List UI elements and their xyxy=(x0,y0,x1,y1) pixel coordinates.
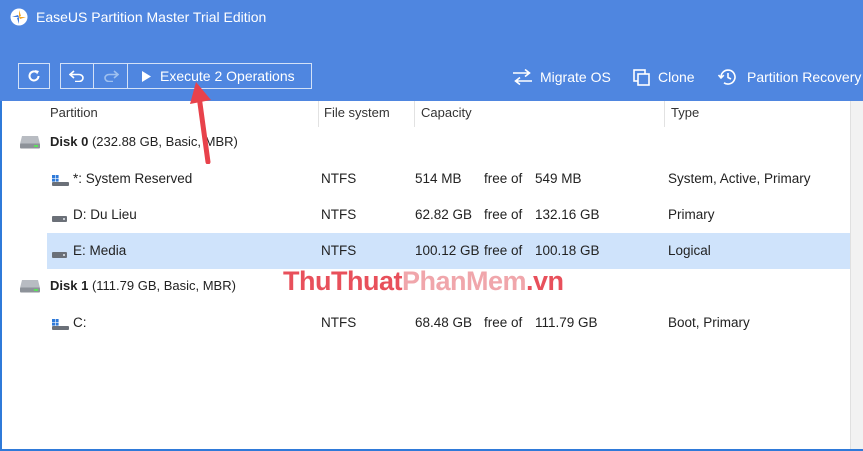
partition-row-system-reserved[interactable]: *: System Reserved NTFS 514 MB free of 5… xyxy=(47,161,850,197)
column-header-partition[interactable]: Partition xyxy=(50,105,98,120)
hard-disk-icon xyxy=(20,280,40,293)
window-border xyxy=(0,101,2,451)
migrate-os-label: Migrate OS xyxy=(540,69,611,85)
partition-file-system: NTFS xyxy=(321,243,357,258)
partition-type: System, Active, Primary xyxy=(668,171,811,186)
undo-icon xyxy=(69,70,84,82)
column-header-capacity[interactable]: Capacity xyxy=(421,105,472,120)
toolbar: EaseUS Partition Master Trial Edition Ex… xyxy=(0,0,863,101)
free-of-text: free of xyxy=(484,243,523,258)
partition-recovery-button[interactable]: Partition Recovery xyxy=(718,66,861,88)
refresh-icon xyxy=(28,70,40,82)
column-divider[interactable] xyxy=(414,101,415,127)
partition-file-system: NTFS xyxy=(321,207,357,222)
clone-button[interactable]: Clone xyxy=(633,66,695,88)
undo-button[interactable] xyxy=(61,64,93,88)
disk-label: Disk 1 (111.79 GB, Basic, MBR) xyxy=(50,278,236,293)
partition-free-space: 68.48 GB xyxy=(415,315,473,330)
clone-icon xyxy=(633,68,650,86)
clone-label: Clone xyxy=(658,69,695,85)
hard-disk-icon xyxy=(20,136,40,149)
partition-type: Logical xyxy=(668,243,711,258)
watermark: ThuThuatPhanMem.vn xyxy=(283,266,564,296)
windows-partition-icon xyxy=(52,175,69,186)
execute-label: Execute 2 Operations xyxy=(160,68,295,84)
partition-row-e[interactable]: E: Media NTFS 100.12 GB free of 100.18 G… xyxy=(47,233,850,269)
windows-partition-icon xyxy=(52,319,69,330)
column-divider[interactable] xyxy=(318,101,319,127)
window-title: EaseUS Partition Master Trial Edition xyxy=(36,9,267,25)
partition-type: Boot, Primary xyxy=(668,315,750,330)
partition-free-space: 62.82 GB xyxy=(415,207,473,222)
column-divider[interactable] xyxy=(664,101,665,127)
partition-total-size: 111.79 GB xyxy=(535,315,598,330)
partition-icon xyxy=(52,252,67,258)
partition-name: C: xyxy=(73,315,87,330)
column-header-type[interactable]: Type xyxy=(671,105,699,120)
partition-name: *: System Reserved xyxy=(73,171,193,186)
partition-free-space: 100.12 GB xyxy=(415,243,480,258)
redo-button[interactable] xyxy=(93,64,127,88)
redo-icon xyxy=(103,70,119,82)
migrate-icon xyxy=(513,69,532,85)
partition-icon xyxy=(52,216,67,222)
annotation-arrow xyxy=(190,82,211,164)
free-of-text: free of xyxy=(484,171,523,186)
refresh-button[interactable] xyxy=(18,63,50,89)
partition-name: E: Media xyxy=(73,243,127,258)
disk-row-disk-0[interactable]: Disk 0 (232.88 GB, Basic, MBR) xyxy=(0,125,850,159)
partition-free-space: 514 MB xyxy=(415,171,462,186)
partition-row-c[interactable]: C: NTFS 68.48 GB free of 111.79 GB Boot,… xyxy=(47,305,850,341)
migrate-os-button[interactable]: Migrate OS xyxy=(512,66,611,88)
partition-total-size: 132.16 GB xyxy=(535,207,600,222)
vertical-scrollbar[interactable] xyxy=(850,101,863,451)
partition-name: D: Du Lieu xyxy=(73,207,137,222)
table-header: Partition File system Capacity Type xyxy=(0,101,863,127)
partition-file-system: NTFS xyxy=(321,171,357,186)
play-icon xyxy=(142,70,151,82)
partition-type: Primary xyxy=(668,207,715,222)
app-logo-icon xyxy=(10,8,28,26)
column-header-file-system[interactable]: File system xyxy=(324,105,390,120)
partition-file-system: NTFS xyxy=(321,315,357,330)
partition-row-d[interactable]: D: Du Lieu NTFS 62.82 GB free of 132.16 … xyxy=(47,197,850,233)
partition-recovery-label: Partition Recovery xyxy=(747,69,862,85)
partition-total-size: 100.18 GB xyxy=(535,243,600,258)
partition-total-size: 549 MB xyxy=(535,171,582,186)
free-of-text: free of xyxy=(484,315,523,330)
free-of-text: free of xyxy=(484,207,523,222)
partition-recovery-icon xyxy=(718,69,736,85)
